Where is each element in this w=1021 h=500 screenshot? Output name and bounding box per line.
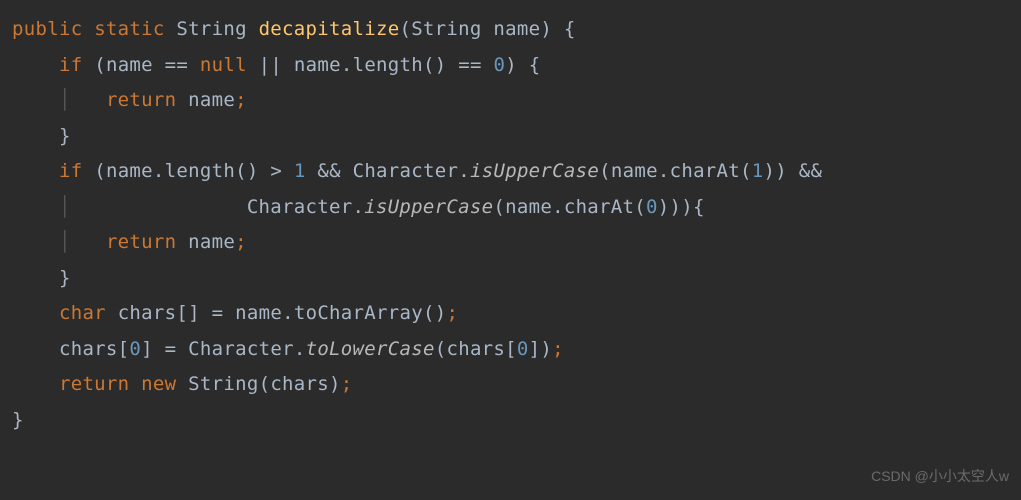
keyword-static: static xyxy=(94,18,164,40)
keyword-return: return xyxy=(106,89,176,111)
method-name: decapitalize xyxy=(259,18,400,40)
code-editor: public static String decapitalize(String… xyxy=(12,12,1021,438)
keyword-public: public xyxy=(12,18,82,40)
keyword-null: null xyxy=(200,54,247,76)
keyword-new: new xyxy=(141,373,176,395)
keyword-char: char xyxy=(59,302,106,324)
static-method: isUpperCase xyxy=(470,160,599,182)
static-method-lower: toLowerCase xyxy=(306,338,435,360)
watermark-text: CSDN @小小太空人w xyxy=(871,459,1009,495)
param-type: String xyxy=(411,18,481,40)
param-name: name xyxy=(493,18,540,40)
type-string: String xyxy=(176,18,246,40)
keyword-if: if xyxy=(59,54,82,76)
